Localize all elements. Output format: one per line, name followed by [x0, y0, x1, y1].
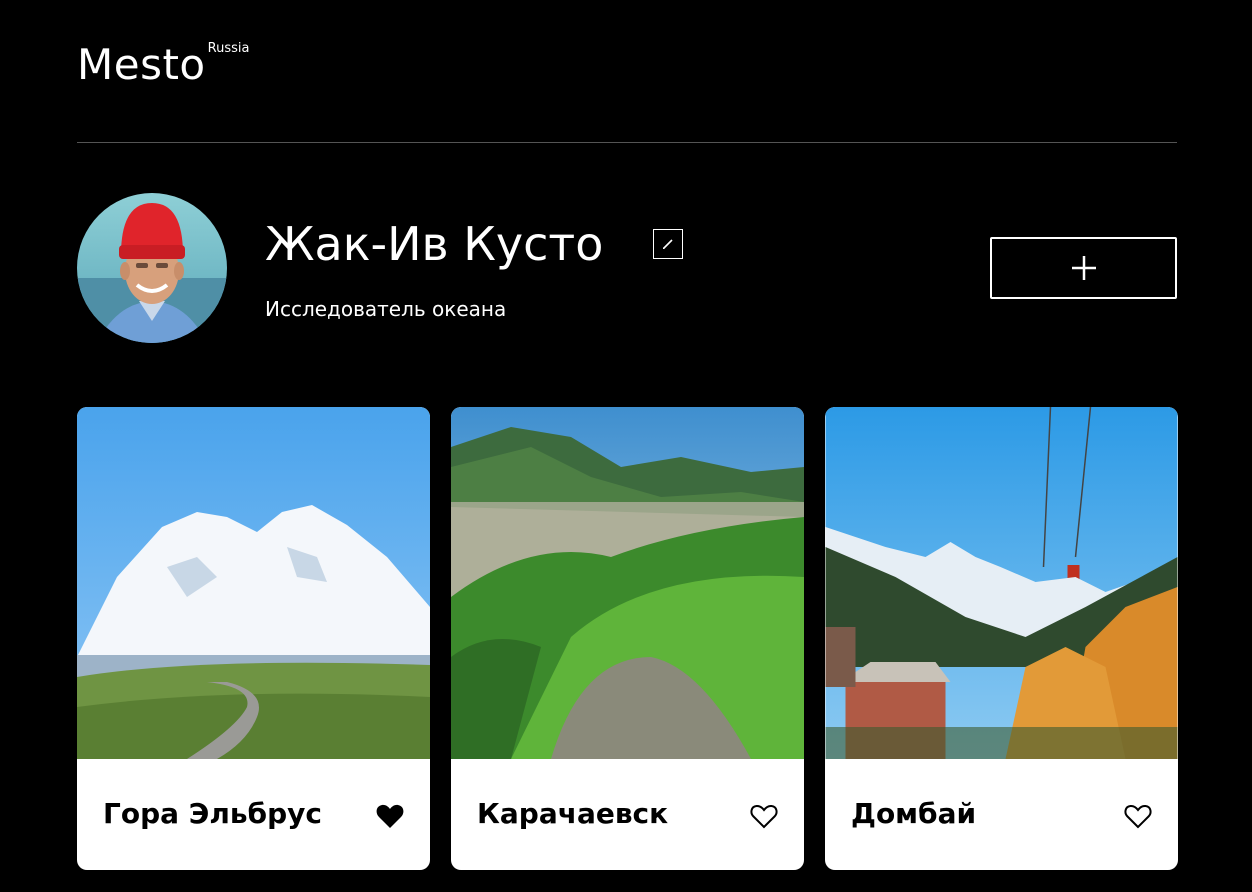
page: Mesto Russia Жак-Ив Кусто Исследователь … — [0, 0, 1252, 892]
card-info: Гора Эльбрус — [77, 759, 430, 870]
place-card: Гора Эльбрус — [77, 407, 430, 870]
heart-filled-icon — [376, 804, 404, 828]
card-image[interactable] — [451, 407, 804, 759]
card-title: Домбай — [851, 797, 977, 830]
like-button[interactable] — [376, 803, 404, 829]
logo-text: Mesto — [77, 40, 206, 89]
like-button[interactable] — [750, 803, 778, 829]
heart-outline-icon — [1124, 804, 1152, 829]
header: Mesto Russia — [77, 38, 1177, 143]
card-image[interactable] — [825, 407, 1178, 759]
card-info: Домбай — [825, 759, 1178, 870]
edit-profile-button[interactable] — [653, 229, 683, 259]
logo-region: Russia — [207, 41, 250, 56]
place-card: Карачаевск — [451, 407, 804, 870]
pencil-icon — [662, 239, 673, 250]
card-title: Гора Эльбрус — [103, 797, 322, 830]
card-image[interactable] — [77, 407, 430, 759]
avatar[interactable] — [77, 193, 227, 343]
place-card: Домбай — [825, 407, 1178, 870]
logo[interactable]: Mesto Russia — [77, 40, 250, 89]
like-button[interactable] — [1124, 803, 1152, 829]
heart-outline-icon — [750, 804, 778, 829]
avatar-image — [77, 193, 227, 343]
profile-about: Исследователь океана — [265, 297, 507, 321]
card-title: Карачаевск — [477, 797, 669, 830]
profile-name: Жак-Ив Кусто — [265, 217, 604, 271]
card-info: Карачаевск — [451, 759, 804, 870]
add-card-button[interactable] — [990, 237, 1177, 299]
plus-icon — [1071, 256, 1096, 280]
